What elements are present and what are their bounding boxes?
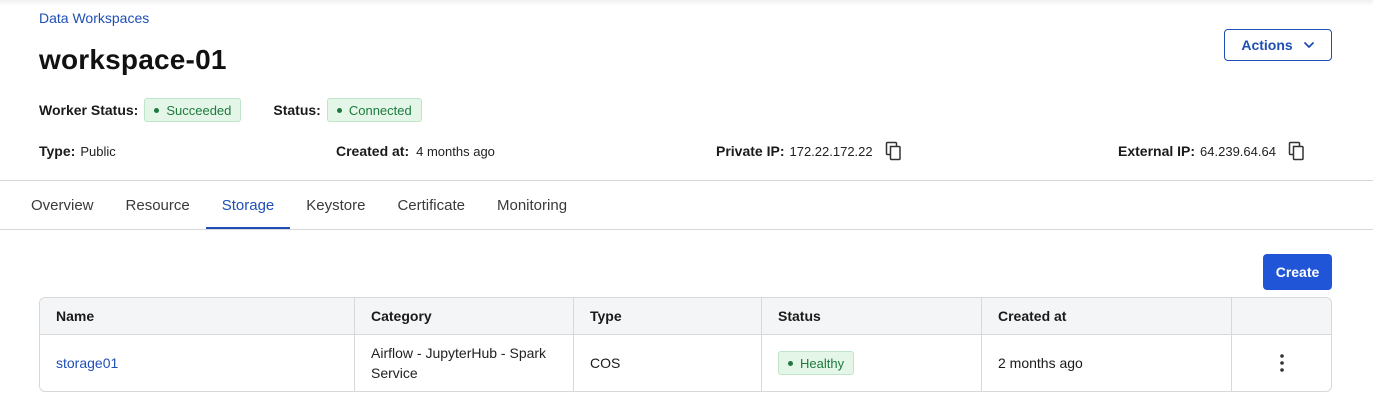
created-at-value: 4 months ago — [416, 143, 495, 159]
column-header-actions — [1232, 298, 1331, 334]
status-row: Worker Status: Succeeded Status: Connect… — [39, 98, 422, 122]
connection-status-badge: Connected — [326, 98, 422, 122]
type-value: COS — [590, 355, 621, 371]
column-header-category[interactable]: Category — [355, 298, 574, 334]
connection-status-label: Status: — [273, 102, 321, 118]
storage-name-link[interactable]: storage01 — [56, 355, 118, 371]
tabs-divider — [0, 229, 1373, 230]
worker-status-label: Worker Status: — [39, 102, 139, 118]
tab-bar: Overview Resource Storage Keystore Certi… — [15, 181, 583, 230]
cell-name: storage01 — [40, 335, 355, 391]
status-dot-icon — [154, 107, 160, 113]
worker-status-value: Succeeded — [166, 102, 232, 118]
actions-button[interactable]: Actions — [1224, 29, 1332, 61]
created-value: 2 months ago — [998, 355, 1083, 371]
cell-created-at: 2 months ago — [982, 335, 1232, 391]
kebab-menu-icon[interactable] — [1272, 351, 1292, 375]
column-header-status[interactable]: Status — [762, 298, 982, 334]
info-created-at: Created at: 4 months ago — [336, 142, 495, 160]
category-value: Airflow - JupyterHub - Spark Service — [371, 345, 547, 381]
health-status-value: Healthy — [800, 355, 845, 371]
table-header: Name Category Type Status Created at — [40, 298, 1331, 335]
tab-storage[interactable]: Storage — [205, 181, 291, 230]
breadcrumb-data-workspaces[interactable]: Data Workspaces — [39, 10, 149, 26]
copy-icon[interactable] — [1288, 141, 1306, 161]
column-header-name[interactable]: Name — [40, 298, 355, 334]
tab-certificate[interactable]: Certificate — [381, 181, 481, 229]
external-ip-value: 64.239.64.64 — [1200, 143, 1276, 159]
cell-status: Healthy — [762, 335, 982, 391]
connection-status-value: Connected — [348, 102, 412, 118]
tab-resource[interactable]: Resource — [110, 181, 206, 229]
column-header-type[interactable]: Type — [574, 298, 762, 334]
page-title: workspace-01 — [39, 44, 227, 75]
private-ip-value: 172.22.172.22 — [789, 143, 873, 159]
info-private-ip: Private IP: 172.22.172.22 — [716, 141, 903, 161]
column-header-created-at[interactable]: Created at — [982, 298, 1232, 334]
top-shadow — [0, 0, 1373, 6]
health-status-badge: Healthy — [778, 351, 855, 375]
tab-overview[interactable]: Overview — [15, 181, 110, 229]
status-dot-icon — [336, 107, 342, 113]
cell-type: COS — [574, 335, 762, 391]
table-row: storage01 Airflow - JupyterHub - Spark S… — [40, 335, 1331, 391]
created-at-label: Created at: — [336, 143, 410, 159]
cell-category: Airflow - JupyterHub - Spark Service — [355, 335, 574, 391]
private-ip-label: Private IP: — [716, 143, 785, 159]
status-dot-icon — [788, 360, 793, 366]
worker-status-badge: Succeeded — [144, 98, 242, 122]
storage-table: Name Category Type Status Created at sto… — [39, 297, 1332, 392]
info-external-ip: External IP: 64.239.64.64 — [1118, 141, 1306, 161]
table-body: storage01 Airflow - JupyterHub - Spark S… — [40, 335, 1331, 391]
chevron-down-icon — [1303, 42, 1314, 48]
create-button[interactable]: Create — [1263, 254, 1332, 290]
external-ip-label: External IP: — [1118, 143, 1196, 159]
actions-label: Actions — [1241, 37, 1293, 53]
info-type: Type: Public — [39, 142, 116, 160]
type-value: Public — [80, 143, 116, 159]
type-label: Type: — [39, 143, 76, 159]
copy-icon[interactable] — [885, 141, 903, 161]
tab-monitoring[interactable]: Monitoring — [481, 181, 583, 229]
tab-keystore[interactable]: Keystore — [290, 181, 381, 229]
cell-actions — [1232, 335, 1331, 391]
